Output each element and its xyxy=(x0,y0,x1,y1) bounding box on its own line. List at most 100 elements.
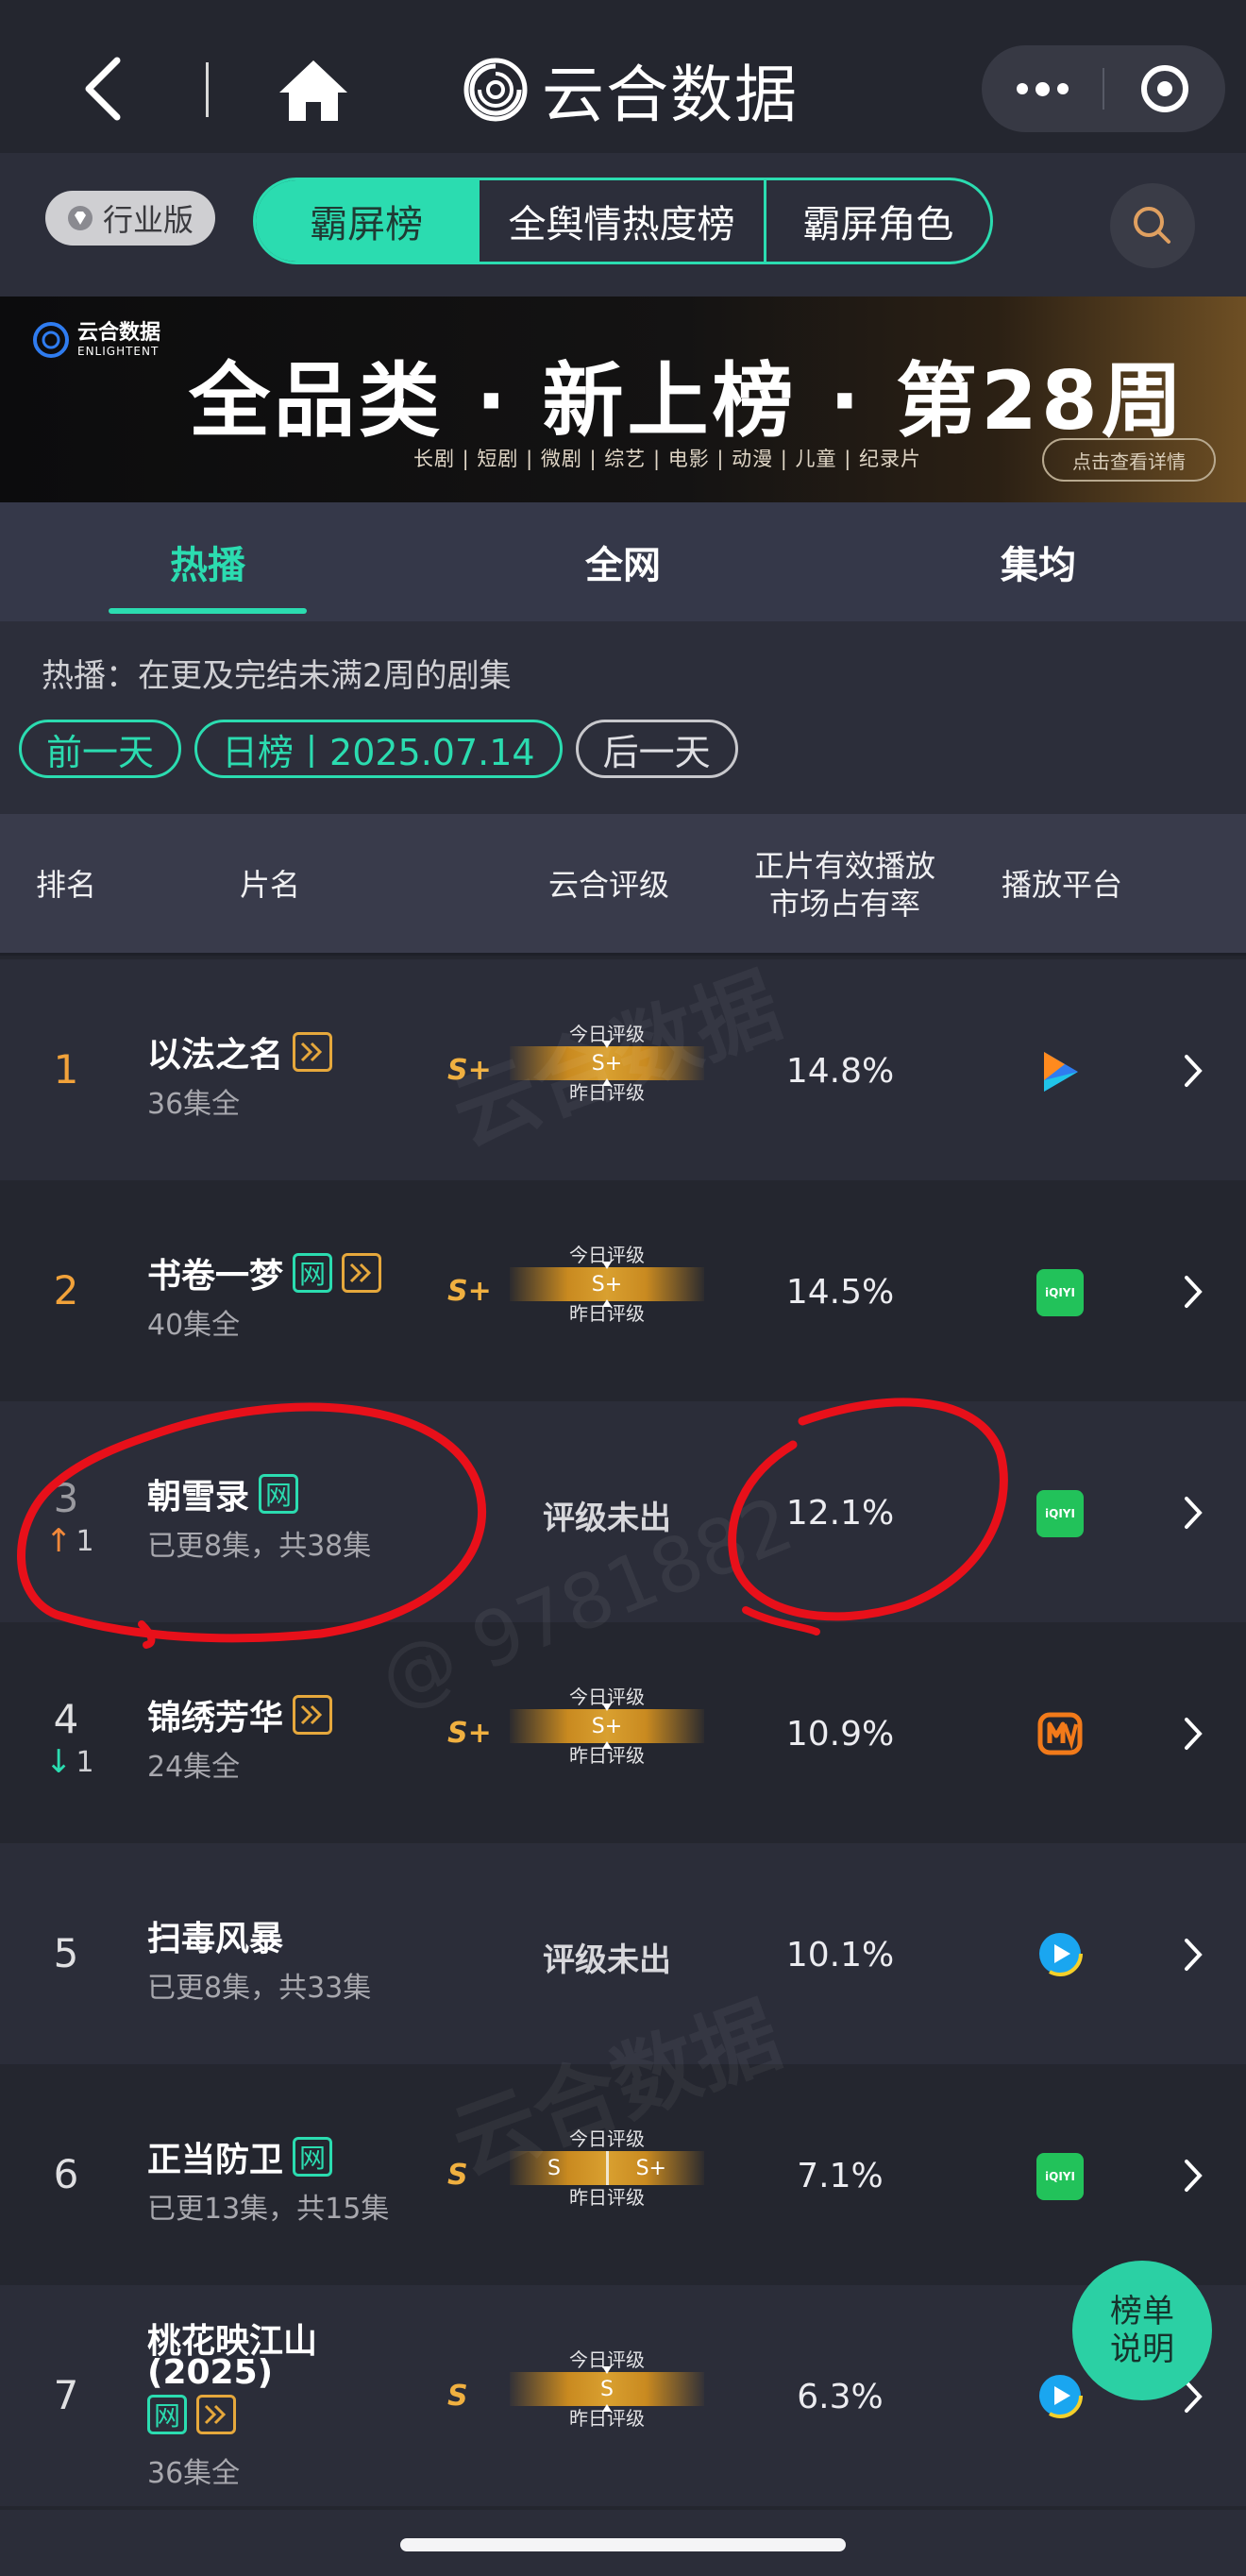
show-title-line: 书卷一梦 网 xyxy=(147,1248,382,1297)
brand: 云合数据 xyxy=(463,47,799,132)
play-tag-icon xyxy=(342,1253,382,1293)
yesterday-grade-value: S+ xyxy=(635,2156,666,2180)
network-drama-tag: 网 xyxy=(293,2137,333,2177)
header-platform: 播放平台 xyxy=(1001,867,1122,903)
episode-info: 已更8集，共38集 xyxy=(147,1530,372,1563)
titlebar-divider xyxy=(206,62,209,117)
show-title-line2: (2025) xyxy=(147,2353,274,2392)
market-share: 10.9% xyxy=(785,1715,895,1754)
grade-bar: S+ xyxy=(510,1262,704,1307)
rank-number: 7 xyxy=(53,2372,79,2418)
show-tags: 网 xyxy=(138,2395,236,2434)
network-drama-tag: 网 xyxy=(293,1253,333,1293)
show-title-line: 以法之名 xyxy=(147,1027,333,1076)
tab-dominance-board[interactable]: 霸屏榜 xyxy=(256,180,478,262)
banner-categories: 长剧 | 短剧 | 微剧 | 综艺 | 电影 | 动漫 | 儿童 | 纪录片 xyxy=(413,448,921,470)
table-row[interactable]: 6 正当防卫 网 已更13集，共15集 S 今日评级 S S+ 昨日评级 7.1%… xyxy=(0,2064,1246,2285)
date-selector[interactable]: 日榜丨2025.07.14 xyxy=(194,720,563,778)
chevron-right-icon[interactable] xyxy=(1182,1715,1204,1753)
banner-title: 全品类 · 新上榜 · 第28周 xyxy=(189,354,1187,449)
tab-per-episode[interactable]: 集均 xyxy=(831,502,1246,621)
chevron-right-icon[interactable] xyxy=(1182,2157,1204,2195)
grade-letter: S xyxy=(447,2159,468,2192)
network-drama-tag: 网 xyxy=(147,2395,187,2434)
app-title: 云合数据 xyxy=(542,59,799,131)
chevron-right-icon[interactable] xyxy=(1182,1273,1204,1311)
banner-logo-en: ENLIGHTENT xyxy=(77,345,160,358)
banner-logo-cn: 云合数据 xyxy=(77,321,161,345)
header-market-share: 正片有效播放 市场占有率 xyxy=(727,814,963,956)
board-explanation-button[interactable]: 榜单 说明 xyxy=(1072,2261,1212,2400)
grade-bar: S+ xyxy=(510,1041,704,1086)
rank-change: 1 xyxy=(76,1524,94,1558)
date-navigator: 前一天 日榜丨2025.07.14 后一天 xyxy=(19,720,751,778)
table-row[interactable]: 4 ↓ 1 锦绣芳华 24集全 S+ 今日评级 S+ 昨日评级 10.9% xyxy=(0,1622,1246,1843)
table-row[interactable]: 7 桃花映江山 (2025) 网 36集全 S 今日评级 S 昨日评级 6.3% xyxy=(0,2285,1246,2506)
show-title: 正当防卫 xyxy=(147,2141,284,2179)
header-market-share-line1: 正片有效播放 xyxy=(753,848,935,884)
search-icon xyxy=(1134,207,1170,244)
chevron-right-icon[interactable] xyxy=(1182,1052,1204,1090)
table-row[interactable]: 5 扫毒风暴 已更8集，共33集 评级未出 10.1% xyxy=(0,1843,1246,2064)
arrow-down-icon: ↓ xyxy=(45,1743,73,1781)
prev-day-button[interactable]: 前一天 xyxy=(19,720,182,778)
sub-tab-bar: 热播 全网 集均 xyxy=(0,502,1246,621)
header-rank: 排名 xyxy=(35,867,96,903)
search-button[interactable] xyxy=(1110,183,1195,268)
today-grade-value: S+ xyxy=(591,1051,623,1076)
arrow-up-icon: ↑ xyxy=(45,1522,73,1560)
industry-edition-badge[interactable]: 行业版 xyxy=(45,191,215,246)
help-fab-line1: 榜单 xyxy=(1110,2293,1174,2330)
next-day-button[interactable]: 后一天 xyxy=(575,720,738,778)
chevron-right-icon[interactable] xyxy=(1182,1494,1204,1532)
rank-change: 1 xyxy=(76,1745,94,1779)
rank-number: 5 xyxy=(53,1930,79,1976)
youku-icon xyxy=(1037,2373,1083,2418)
header-rating: 云合评级 xyxy=(547,867,669,903)
yesterday-grade-label: 昨日评级 xyxy=(569,2186,645,2209)
home-icon[interactable] xyxy=(276,57,351,125)
header-market-share-line2: 市场占有率 xyxy=(768,886,920,922)
network-drama-tag: 网 xyxy=(259,1474,299,1514)
show-title: 锦绣芳华 xyxy=(147,1699,284,1737)
tab-hot-airing[interactable]: 热播 xyxy=(0,502,415,621)
iqiyi-icon: iQIYI xyxy=(1036,1490,1084,1537)
close-mini-program-icon[interactable] xyxy=(1104,45,1225,132)
chevron-right-icon[interactable] xyxy=(1182,1936,1204,1974)
table-row[interactable]: 1 以法之名 36集全 S+ 今日评级 S+ 昨日评级 14.8% xyxy=(0,959,1246,1180)
rank-trend-up: ↑ 1 xyxy=(45,1522,94,1560)
grade-indicator: 今日评级 S S+ 昨日评级 xyxy=(510,2127,704,2210)
episode-info: 24集全 xyxy=(147,1751,241,1784)
tab-dominance-role[interactable]: 霸屏角色 xyxy=(763,180,990,262)
today-grade-label: 今日评级 xyxy=(569,2127,645,2150)
play-tag-icon xyxy=(293,1032,333,1072)
show-title-line: 扫毒风暴 xyxy=(147,1911,283,1960)
episode-info: 已更13集，共15集 xyxy=(147,2193,390,2226)
grade-indicator: 今日评级 S+ 昨日评级 xyxy=(510,1022,704,1105)
header-title: 片名 xyxy=(239,867,300,903)
diamond-icon xyxy=(67,206,93,230)
grade-indicator: 今日评级 S 昨日评级 xyxy=(510,2347,704,2431)
show-title-line: 朝雪录 网 xyxy=(147,1469,299,1518)
home-indicator[interactable] xyxy=(400,2538,846,2551)
show-title: 扫毒风暴 xyxy=(147,1920,284,1958)
market-share: 14.8% xyxy=(785,1052,895,1091)
show-title: 朝雪录 xyxy=(147,1478,250,1517)
episode-info: 已更8集，共33集 xyxy=(147,1972,372,2005)
episode-info: 40集全 xyxy=(147,1309,241,1342)
more-options-icon[interactable] xyxy=(982,45,1103,132)
play-tag-icon xyxy=(196,2395,236,2434)
today-grade-value: S xyxy=(600,2377,614,2401)
mini-program-titlebar: 云合数据 xyxy=(0,0,1246,153)
board-tab-row: 行业版 霸屏榜 全舆情热度榜 霸屏角色 xyxy=(0,153,1246,297)
rank-number: 6 xyxy=(53,2151,79,2197)
banner-detail-button[interactable]: 点击查看详情 xyxy=(1042,438,1216,482)
help-fab-line2: 说明 xyxy=(1110,2330,1174,2368)
weekly-banner[interactable]: 云合数据 ENLIGHTENT 全品类 · 新上榜 · 第28周 长剧 | 短剧… xyxy=(0,297,1246,502)
grade-bar: S xyxy=(510,2366,704,2412)
table-row[interactable]: 2 书卷一梦 网 40集全 S+ 今日评级 S+ 昨日评级 14.5% iQIY… xyxy=(0,1180,1246,1401)
back-arrow-icon[interactable] xyxy=(76,55,132,123)
show-title: 以法之名 xyxy=(147,1036,284,1075)
tab-public-opinion-heat[interactable]: 全舆情热度榜 xyxy=(477,180,764,262)
tab-all-network[interactable]: 全网 xyxy=(415,502,831,621)
